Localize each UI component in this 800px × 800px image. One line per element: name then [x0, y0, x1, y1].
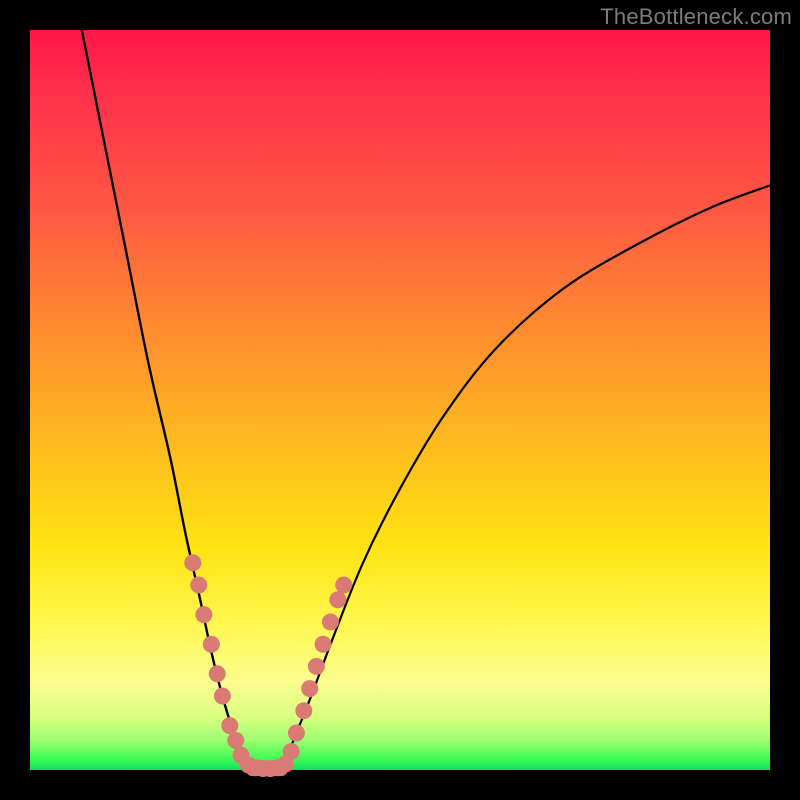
marker-dot — [209, 665, 226, 682]
marker-dot — [335, 577, 352, 594]
marker-dot — [203, 636, 220, 653]
marker-group — [184, 554, 352, 777]
curve-layer — [30, 30, 770, 770]
marker-dot — [214, 688, 231, 705]
marker-dot — [184, 554, 201, 571]
marker-dot — [315, 636, 332, 653]
curve-right — [282, 185, 770, 770]
marker-dot — [322, 614, 339, 631]
marker-dot — [221, 717, 238, 734]
marker-dot — [190, 577, 207, 594]
chart-frame: TheBottleneck.com — [0, 0, 800, 800]
marker-dot — [227, 732, 244, 749]
curve-left — [82, 30, 252, 770]
watermark-label: TheBottleneck.com — [600, 4, 792, 30]
marker-dot — [329, 591, 346, 608]
marker-dot — [283, 743, 300, 760]
marker-dot — [288, 725, 305, 742]
plot-area — [30, 30, 770, 770]
marker-dot — [301, 680, 318, 697]
marker-dot — [308, 658, 325, 675]
marker-dot — [295, 702, 312, 719]
marker-dot — [195, 606, 212, 623]
